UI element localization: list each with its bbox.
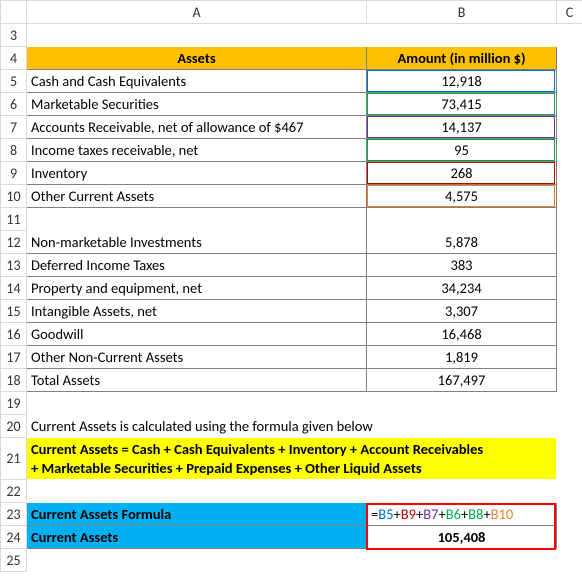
label-cash[interactable]: Cash and Cash Equivalents: [27, 70, 367, 93]
formula-cell[interactable]: =B5+B9+B7+B6+B8+B10: [367, 503, 557, 526]
row-header[interactable]: 20: [1, 415, 27, 438]
cell-A3[interactable]: [27, 24, 367, 47]
row-header[interactable]: 15: [1, 300, 27, 323]
row-header[interactable]: 16: [1, 323, 27, 346]
label-current-assets[interactable]: Current Assets: [27, 526, 367, 549]
row-header[interactable]: 21: [1, 438, 27, 480]
row-header[interactable]: 4: [1, 47, 27, 70]
label-deferred-tax[interactable]: Deferred Income Taxes: [27, 254, 367, 277]
value-income-tax-recv[interactable]: 95: [367, 139, 557, 162]
label-other-current[interactable]: Other Current Assets: [27, 185, 367, 208]
cell-A11[interactable]: [27, 208, 367, 231]
cell-C4[interactable]: [557, 47, 582, 70]
label-property[interactable]: Property and equipment, net: [27, 277, 367, 300]
corner-cell[interactable]: [1, 1, 27, 24]
column-header-row: A B C: [1, 1, 582, 24]
value-total-assets[interactable]: 167,497: [367, 369, 557, 392]
col-header-A[interactable]: A: [27, 1, 367, 24]
row-header[interactable]: 25: [1, 549, 27, 572]
value-cash[interactable]: 12,918: [367, 70, 557, 93]
row-header[interactable]: 11: [1, 208, 27, 231]
row-header[interactable]: 18: [1, 369, 27, 392]
desc-line2: + Marketable Securities + Prepaid Expens…: [31, 459, 552, 477]
value-deferred-tax[interactable]: 383: [367, 254, 557, 277]
grid[interactable]: A B C 3 4 Assets Amount (in million $) 5…: [0, 0, 582, 572]
note-text[interactable]: Current Assets is calculated using the f…: [27, 415, 557, 438]
row-header[interactable]: 13: [1, 254, 27, 277]
label-goodwill[interactable]: Goodwill: [27, 323, 367, 346]
header-amount[interactable]: Amount (in million $): [367, 47, 557, 70]
label-marketable[interactable]: Marketable Securities: [27, 93, 367, 116]
row-header[interactable]: 19: [1, 392, 27, 415]
label-other-noncurrent[interactable]: Other Non-Current Assets: [27, 346, 367, 369]
row-header[interactable]: 8: [1, 139, 27, 162]
spreadsheet[interactable]: A B C 3 4 Assets Amount (in million $) 5…: [0, 0, 582, 585]
formula-expression: =B5+B9+B7+B6+B8+B10: [371, 505, 513, 523]
col-header-C[interactable]: C: [557, 1, 582, 24]
label-inventory[interactable]: Inventory: [27, 162, 367, 185]
value-nonmarketable[interactable]: 5,878: [367, 231, 557, 254]
cell-B11[interactable]: [367, 208, 557, 231]
value-goodwill[interactable]: 16,468: [367, 323, 557, 346]
col-header-B[interactable]: B: [367, 1, 557, 24]
row-header[interactable]: 9: [1, 162, 27, 185]
row-header[interactable]: 10: [1, 185, 27, 208]
value-marketable[interactable]: 73,415: [367, 93, 557, 116]
value-other-noncurrent[interactable]: 1,819: [367, 346, 557, 369]
label-accounts-receivable[interactable]: Accounts Receivable, net of allowance of…: [27, 116, 367, 139]
label-intangible[interactable]: Intangible Assets, net: [27, 300, 367, 323]
header-assets[interactable]: Assets: [27, 47, 367, 70]
formula-description[interactable]: Current Assets = Cash + Cash Equivalents…: [27, 438, 557, 480]
label-total-assets[interactable]: Total Assets: [27, 369, 367, 392]
row-header[interactable]: 22: [1, 480, 27, 503]
row-header[interactable]: 5: [1, 70, 27, 93]
row-header[interactable]: 23: [1, 503, 27, 526]
desc-line1: Current Assets = Cash + Cash Equivalents…: [31, 440, 552, 458]
value-intangible[interactable]: 3,307: [367, 300, 557, 323]
value-property[interactable]: 34,234: [367, 277, 557, 300]
row-header[interactable]: 17: [1, 346, 27, 369]
row-header[interactable]: 12: [1, 231, 27, 254]
value-accounts-receivable[interactable]: 14,137: [367, 116, 557, 139]
label-income-tax-recv[interactable]: Income taxes receivable, net: [27, 139, 367, 162]
value-current-assets[interactable]: 105,408: [367, 526, 557, 549]
value-inventory[interactable]: 268: [367, 162, 557, 185]
cell-B3[interactable]: [367, 24, 557, 47]
label-current-assets-formula[interactable]: Current Assets Formula: [27, 503, 367, 526]
row-header[interactable]: 3: [1, 24, 27, 47]
value-other-current[interactable]: 4,575: [367, 185, 557, 208]
row-header[interactable]: 24: [1, 526, 27, 549]
row-header[interactable]: 14: [1, 277, 27, 300]
row-header[interactable]: 6: [1, 93, 27, 116]
label-nonmarketable[interactable]: Non-marketable Investments: [27, 231, 367, 254]
cell-C3[interactable]: [557, 24, 582, 47]
row-header[interactable]: 7: [1, 116, 27, 139]
